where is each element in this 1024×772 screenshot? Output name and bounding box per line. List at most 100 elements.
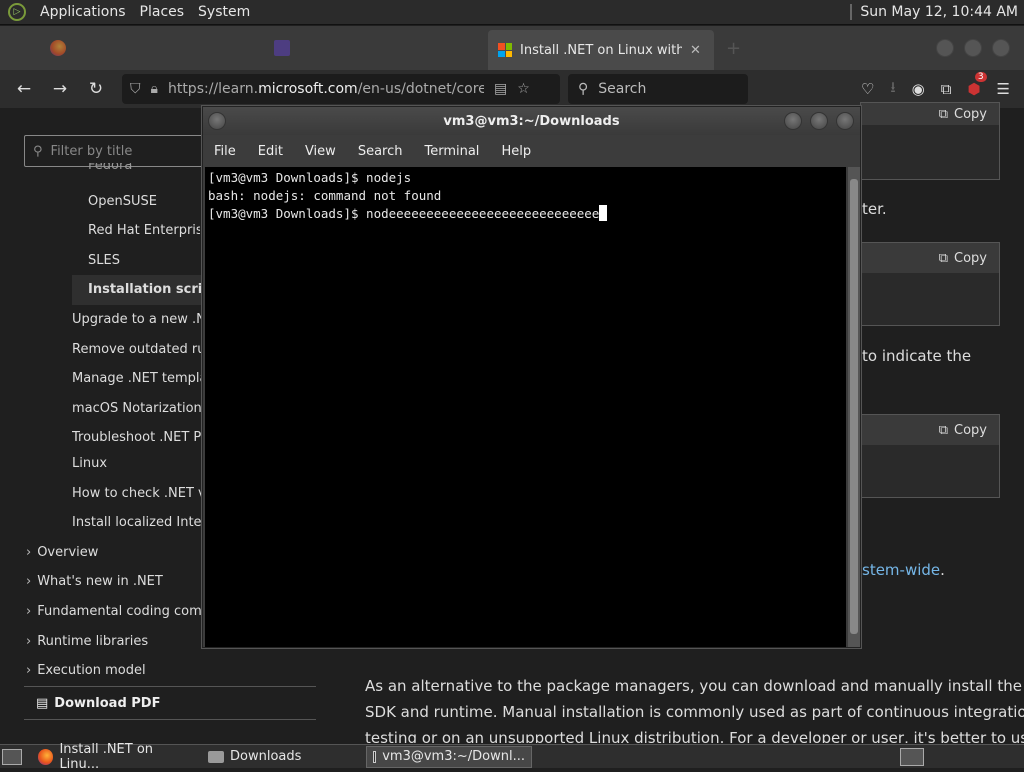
- applications-menu[interactable]: Applications: [40, 4, 126, 20]
- maximize-button[interactable]: [964, 39, 982, 57]
- sidebar-item-whats-new[interactable]: › What's new in .NET: [26, 574, 202, 589]
- close-button[interactable]: [836, 112, 854, 130]
- maximize-button[interactable]: [810, 112, 828, 130]
- sidebar-item-upgrade[interactable]: Upgrade to a new .NE: [72, 312, 202, 327]
- minimize-button[interactable]: [784, 112, 802, 130]
- terminal-scrollbar[interactable]: [848, 167, 860, 647]
- back-icon[interactable]: ←: [12, 79, 36, 99]
- search-icon: ⚲: [578, 81, 589, 97]
- taskbar-item-firefox-label: Install .NET on Linu...: [59, 741, 154, 772]
- close-window-button[interactable]: [992, 39, 1010, 57]
- copy-button-2[interactable]: ⧉ Copy: [861, 243, 999, 273]
- places-menu[interactable]: Places: [140, 4, 185, 20]
- top-menu: ▷ Applications Places System: [8, 3, 250, 21]
- lock-icon[interactable]: 🔒︎: [151, 81, 158, 97]
- reader-view-icon[interactable]: ▤: [494, 81, 507, 97]
- sidebar-item-whats-new-label: What's new in .NET: [37, 574, 163, 589]
- sidebar-item-install-intellisense[interactable]: Install localized Intelli: [72, 515, 202, 530]
- sidebar-item-check-version[interactable]: How to check .NET ve: [72, 486, 202, 501]
- sidebar-item-installation-script[interactable]: Installation script: [72, 275, 202, 305]
- pocket-icon[interactable]: ♡: [861, 80, 874, 98]
- terminal-window: vm3@vm3:~/Downloads File Edit View Searc…: [202, 106, 861, 648]
- terminal-icon: [373, 750, 377, 763]
- url-bar[interactable]: ⛉ 🔒︎ https://learn.microsoft.com/en-us/d…: [122, 74, 560, 104]
- sidebar-item-fundamental[interactable]: › Fundamental coding comp: [26, 604, 202, 619]
- terminal-title: vm3@vm3:~/Downloads: [443, 113, 620, 129]
- hamburger-menu-icon[interactable]: ☰: [997, 80, 1010, 98]
- period-text: .: [940, 561, 945, 579]
- microsoft-icon: [498, 43, 512, 57]
- sidebar-item-overview[interactable]: › Overview: [26, 545, 202, 560]
- forward-icon[interactable]: →: [48, 79, 72, 99]
- workspace-switcher-icon[interactable]: [900, 747, 924, 766]
- sidebar-item-fundamental-label: Fundamental coding comp: [37, 604, 202, 619]
- bookmark-star-icon[interactable]: ☆: [517, 81, 530, 97]
- terminal-screen[interactable]: [vm3@vm3 Downloads]$ nodejs bash: nodejs…: [205, 167, 846, 647]
- ublock-icon[interactable]: ⬢ 3: [967, 72, 987, 98]
- menu-edit[interactable]: Edit: [258, 144, 283, 159]
- copy-button-3[interactable]: ⧉ Copy: [861, 415, 999, 445]
- menu-help[interactable]: Help: [501, 144, 531, 159]
- toolbar-icons: ♡ ⭳ ◉ ⧉ ⬢ 3 ☰: [861, 72, 1010, 102]
- tracking-shield-icon[interactable]: ⛉: [130, 81, 141, 97]
- tab-1[interactable]: [40, 31, 260, 65]
- url-domain: microsoft.com: [258, 81, 358, 97]
- code-block-2: ⧉ Copy: [860, 242, 1000, 326]
- show-desktop-icon[interactable]: [2, 748, 22, 765]
- downloads-icon[interactable]: ⭳: [890, 77, 895, 102]
- taskbar-item-firefox[interactable]: Install .NET on Linu...: [32, 742, 198, 772]
- extensions-icon[interactable]: ⧉: [941, 80, 952, 98]
- tab-active[interactable]: Install .NET on Linux withou ✕: [488, 30, 714, 70]
- tab-close-icon[interactable]: ✕: [690, 43, 701, 58]
- distro-logo-icon[interactable]: ▷: [8, 3, 26, 21]
- search-placeholder: Search: [598, 81, 647, 97]
- sidebar-item-fedora[interactable]: Fedora: [88, 163, 200, 175]
- taskbar-item-terminal-label: vm3@vm3:~/Downl...: [382, 749, 525, 764]
- browser-tab-bar: Install .NET on Linux withou ✕ +: [0, 26, 1024, 70]
- menu-search[interactable]: Search: [358, 144, 403, 159]
- account-icon[interactable]: ◉: [912, 80, 925, 98]
- code-block-3: ⧉ Copy: [860, 414, 1000, 498]
- copy-icon: ⧉: [938, 106, 949, 122]
- minimize-button[interactable]: [936, 39, 954, 57]
- search-box[interactable]: ⚲ Search: [568, 74, 748, 104]
- clock[interactable]: Sun May 12, 10:44 AM: [860, 4, 1018, 20]
- filter-placeholder: Filter by title: [50, 143, 133, 159]
- sidebar-item-remove-outdated[interactable]: Remove outdated run: [72, 342, 202, 357]
- sidebar-item-macos-notarization[interactable]: macOS Notarization is: [72, 401, 202, 416]
- sidebar-item-rhel[interactable]: Red Hat Enterprise: [88, 223, 200, 238]
- copy-label: Copy: [954, 106, 987, 122]
- system-menu[interactable]: System: [198, 4, 250, 20]
- menu-terminal[interactable]: Terminal: [424, 144, 479, 159]
- sidebar-item-sles[interactable]: SLES: [88, 253, 200, 268]
- menu-view[interactable]: View: [305, 144, 336, 159]
- copy-label: Copy: [954, 422, 987, 438]
- sidebar-item-linux[interactable]: Linux: [72, 456, 202, 471]
- sidebar-item-execution-model[interactable]: › Execution model: [26, 663, 202, 678]
- terminal-titlebar[interactable]: vm3@vm3:~/Downloads: [203, 107, 860, 135]
- sidebar-item-overview-label: Overview: [37, 545, 99, 560]
- paragraph-line-1: As an alternative to the package manager…: [365, 677, 1022, 695]
- reload-icon[interactable]: ↻: [84, 79, 108, 99]
- scrollbar-thumb[interactable]: [850, 179, 858, 634]
- taskbar-item-terminal[interactable]: vm3@vm3:~/Downl...: [366, 745, 532, 768]
- new-tab-icon[interactable]: +: [726, 38, 741, 59]
- tab-2[interactable]: [264, 31, 484, 65]
- url-text: https://learn.microsoft.com/en-us/dotnet…: [168, 81, 484, 97]
- sidebar-item-runtime-libraries[interactable]: › Runtime libraries: [26, 634, 202, 649]
- text-fragment-3: stem-wide.: [862, 561, 945, 579]
- menu-file[interactable]: File: [214, 144, 236, 159]
- dotnet-icon: [274, 40, 290, 56]
- copy-label: Copy: [954, 250, 987, 266]
- system-wide-link[interactable]: stem-wide: [862, 561, 940, 579]
- download-pdf-button[interactable]: ▤ Download PDF: [24, 686, 316, 720]
- copy-button-1[interactable]: ⧉ Copy: [861, 103, 999, 125]
- sidebar-item-opensuse[interactable]: OpenSUSE: [88, 194, 200, 209]
- code-block-1: ⧉ Copy: [860, 102, 1000, 180]
- sidebar-item-manage-templates[interactable]: Manage .NET templa: [72, 371, 202, 386]
- taskbar-item-downloads[interactable]: Downloads: [202, 746, 362, 768]
- top-panel: ▷ Applications Places System Sun May 12,…: [0, 0, 1024, 25]
- window-controls: [936, 39, 1010, 57]
- sidebar-item-troubleshoot[interactable]: Troubleshoot .NET Pa: [72, 430, 202, 445]
- window-menu-button[interactable]: [208, 112, 226, 130]
